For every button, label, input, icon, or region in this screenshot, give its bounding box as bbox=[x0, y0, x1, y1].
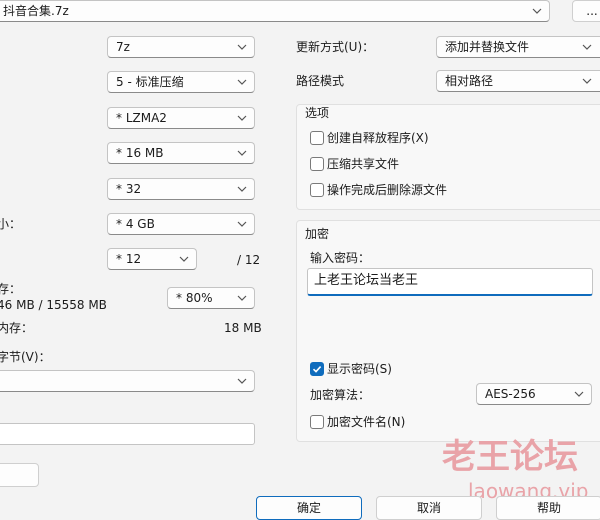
chevron-down-icon bbox=[236, 216, 248, 232]
format-combo[interactable]: 7z bbox=[107, 36, 255, 58]
compression-method-combo[interactable]: * LZMA2 bbox=[107, 107, 255, 129]
path-mode-label: 路径模式 bbox=[296, 74, 345, 88]
chevron-down-icon bbox=[236, 39, 248, 55]
split-volumes-label: 字节(V)： bbox=[0, 350, 51, 364]
update-mode-combo[interactable]: 添加并替换文件 bbox=[436, 36, 600, 58]
chevron-down-icon bbox=[573, 386, 585, 402]
path-mode-value: 相对路径 bbox=[445, 74, 494, 88]
archive-name-value: 抖音合集.7z bbox=[3, 4, 69, 18]
memory-percent-combo[interactable]: * 80% bbox=[167, 287, 255, 309]
cpu-threads-value: * 12 bbox=[116, 252, 142, 266]
memory-percent-value: * 80% bbox=[176, 291, 213, 305]
label-fragment: ： bbox=[0, 110, 6, 126]
show-password-label: 显示密码(S) bbox=[327, 362, 392, 376]
encryption-group-title: 加密 bbox=[305, 227, 330, 241]
encryption-method-combo[interactable]: AES-256 bbox=[476, 383, 592, 405]
password-input[interactable]: 上老王论坛当老王 bbox=[307, 268, 593, 296]
memory-decompress-value: 18 MB bbox=[224, 321, 262, 335]
checkmark-icon bbox=[312, 366, 322, 373]
solid-block-size-combo[interactable]: * 4 GB bbox=[107, 213, 255, 235]
chevron-down-icon bbox=[236, 145, 248, 161]
memory-decompress-label: 内存： bbox=[0, 321, 34, 335]
archive-name-combo[interactable]: 抖音合集.7z bbox=[0, 0, 550, 22]
solid-block-label: 小： bbox=[0, 217, 22, 231]
format-value: 7z bbox=[116, 40, 130, 54]
password-value: 上老王论坛当老王 bbox=[314, 273, 419, 288]
chevron-down-icon bbox=[236, 74, 248, 90]
delete-after-checkbox[interactable] bbox=[310, 183, 324, 197]
chevron-down-icon bbox=[531, 3, 543, 19]
options-group-title: 选项 bbox=[305, 106, 330, 120]
ok-label: 确定 bbox=[296, 501, 321, 515]
solid-block-size-value: * 4 GB bbox=[116, 217, 155, 231]
cpu-threads-max: / 12 bbox=[237, 253, 261, 267]
update-mode-value: 添加并替换文件 bbox=[445, 40, 530, 54]
options-button[interactable] bbox=[0, 463, 39, 487]
word-size-combo[interactable]: * 32 bbox=[107, 178, 255, 200]
compression-level-combo[interactable]: 5 - 标准压缩 bbox=[107, 71, 255, 93]
chevron-down-icon bbox=[178, 251, 190, 267]
dictionary-size-combo[interactable]: * 16 MB bbox=[107, 142, 255, 164]
word-size-value: * 32 bbox=[116, 182, 142, 196]
help-label: 帮助 bbox=[536, 501, 561, 515]
cancel-label: 取消 bbox=[416, 501, 441, 515]
ok-button[interactable]: 确定 bbox=[256, 496, 362, 520]
compression-level-value: 5 - 标准压缩 bbox=[116, 75, 184, 89]
browse-label: ... bbox=[586, 4, 598, 18]
chevron-down-icon bbox=[236, 373, 248, 389]
update-mode-label: 更新方式(U)： bbox=[296, 40, 375, 54]
encrypt-filenames-label: 加密文件名(N) bbox=[327, 415, 406, 429]
show-password-checkbox[interactable] bbox=[310, 362, 324, 376]
parameters-input[interactable] bbox=[0, 423, 255, 445]
label-fragment: ： bbox=[0, 181, 6, 197]
chevron-down-icon bbox=[236, 181, 248, 197]
memory-compress-label: 存： bbox=[0, 282, 22, 296]
shared-files-label: 压缩共享文件 bbox=[327, 157, 400, 171]
cpu-threads-combo[interactable]: * 12 bbox=[107, 248, 197, 270]
delete-after-label: 操作完成后删除源文件 bbox=[327, 183, 448, 197]
memory-compress-value: 46 MB / 15558 MB bbox=[0, 298, 107, 312]
encryption-method-value: AES-256 bbox=[485, 387, 536, 401]
compression-method-value: * LZMA2 bbox=[116, 111, 167, 125]
chevron-down-icon bbox=[236, 110, 248, 126]
label-fragment: ： bbox=[0, 145, 6, 161]
watermark-cn: 老王论坛 bbox=[442, 437, 578, 477]
path-mode-combo[interactable]: 相对路径 bbox=[436, 70, 600, 92]
help-button[interactable]: 帮助 bbox=[496, 496, 600, 520]
chevron-down-icon bbox=[581, 39, 593, 55]
cancel-button[interactable]: 取消 bbox=[376, 496, 482, 520]
password-label: 输入密码： bbox=[310, 251, 371, 265]
browse-button[interactable]: ... bbox=[572, 0, 600, 22]
dictionary-size-value: * 16 MB bbox=[116, 146, 164, 160]
encryption-method-label: 加密算法： bbox=[310, 388, 371, 402]
sfx-label: 创建自释放程序(X) bbox=[327, 131, 429, 145]
encrypt-filenames-checkbox[interactable] bbox=[310, 415, 324, 429]
chevron-down-icon bbox=[581, 73, 593, 89]
label-fragment: ： bbox=[0, 252, 6, 268]
split-volumes-combo[interactable] bbox=[0, 370, 255, 392]
shared-files-checkbox[interactable] bbox=[310, 157, 324, 171]
sfx-checkbox[interactable] bbox=[310, 131, 324, 145]
chevron-down-icon bbox=[236, 290, 248, 306]
